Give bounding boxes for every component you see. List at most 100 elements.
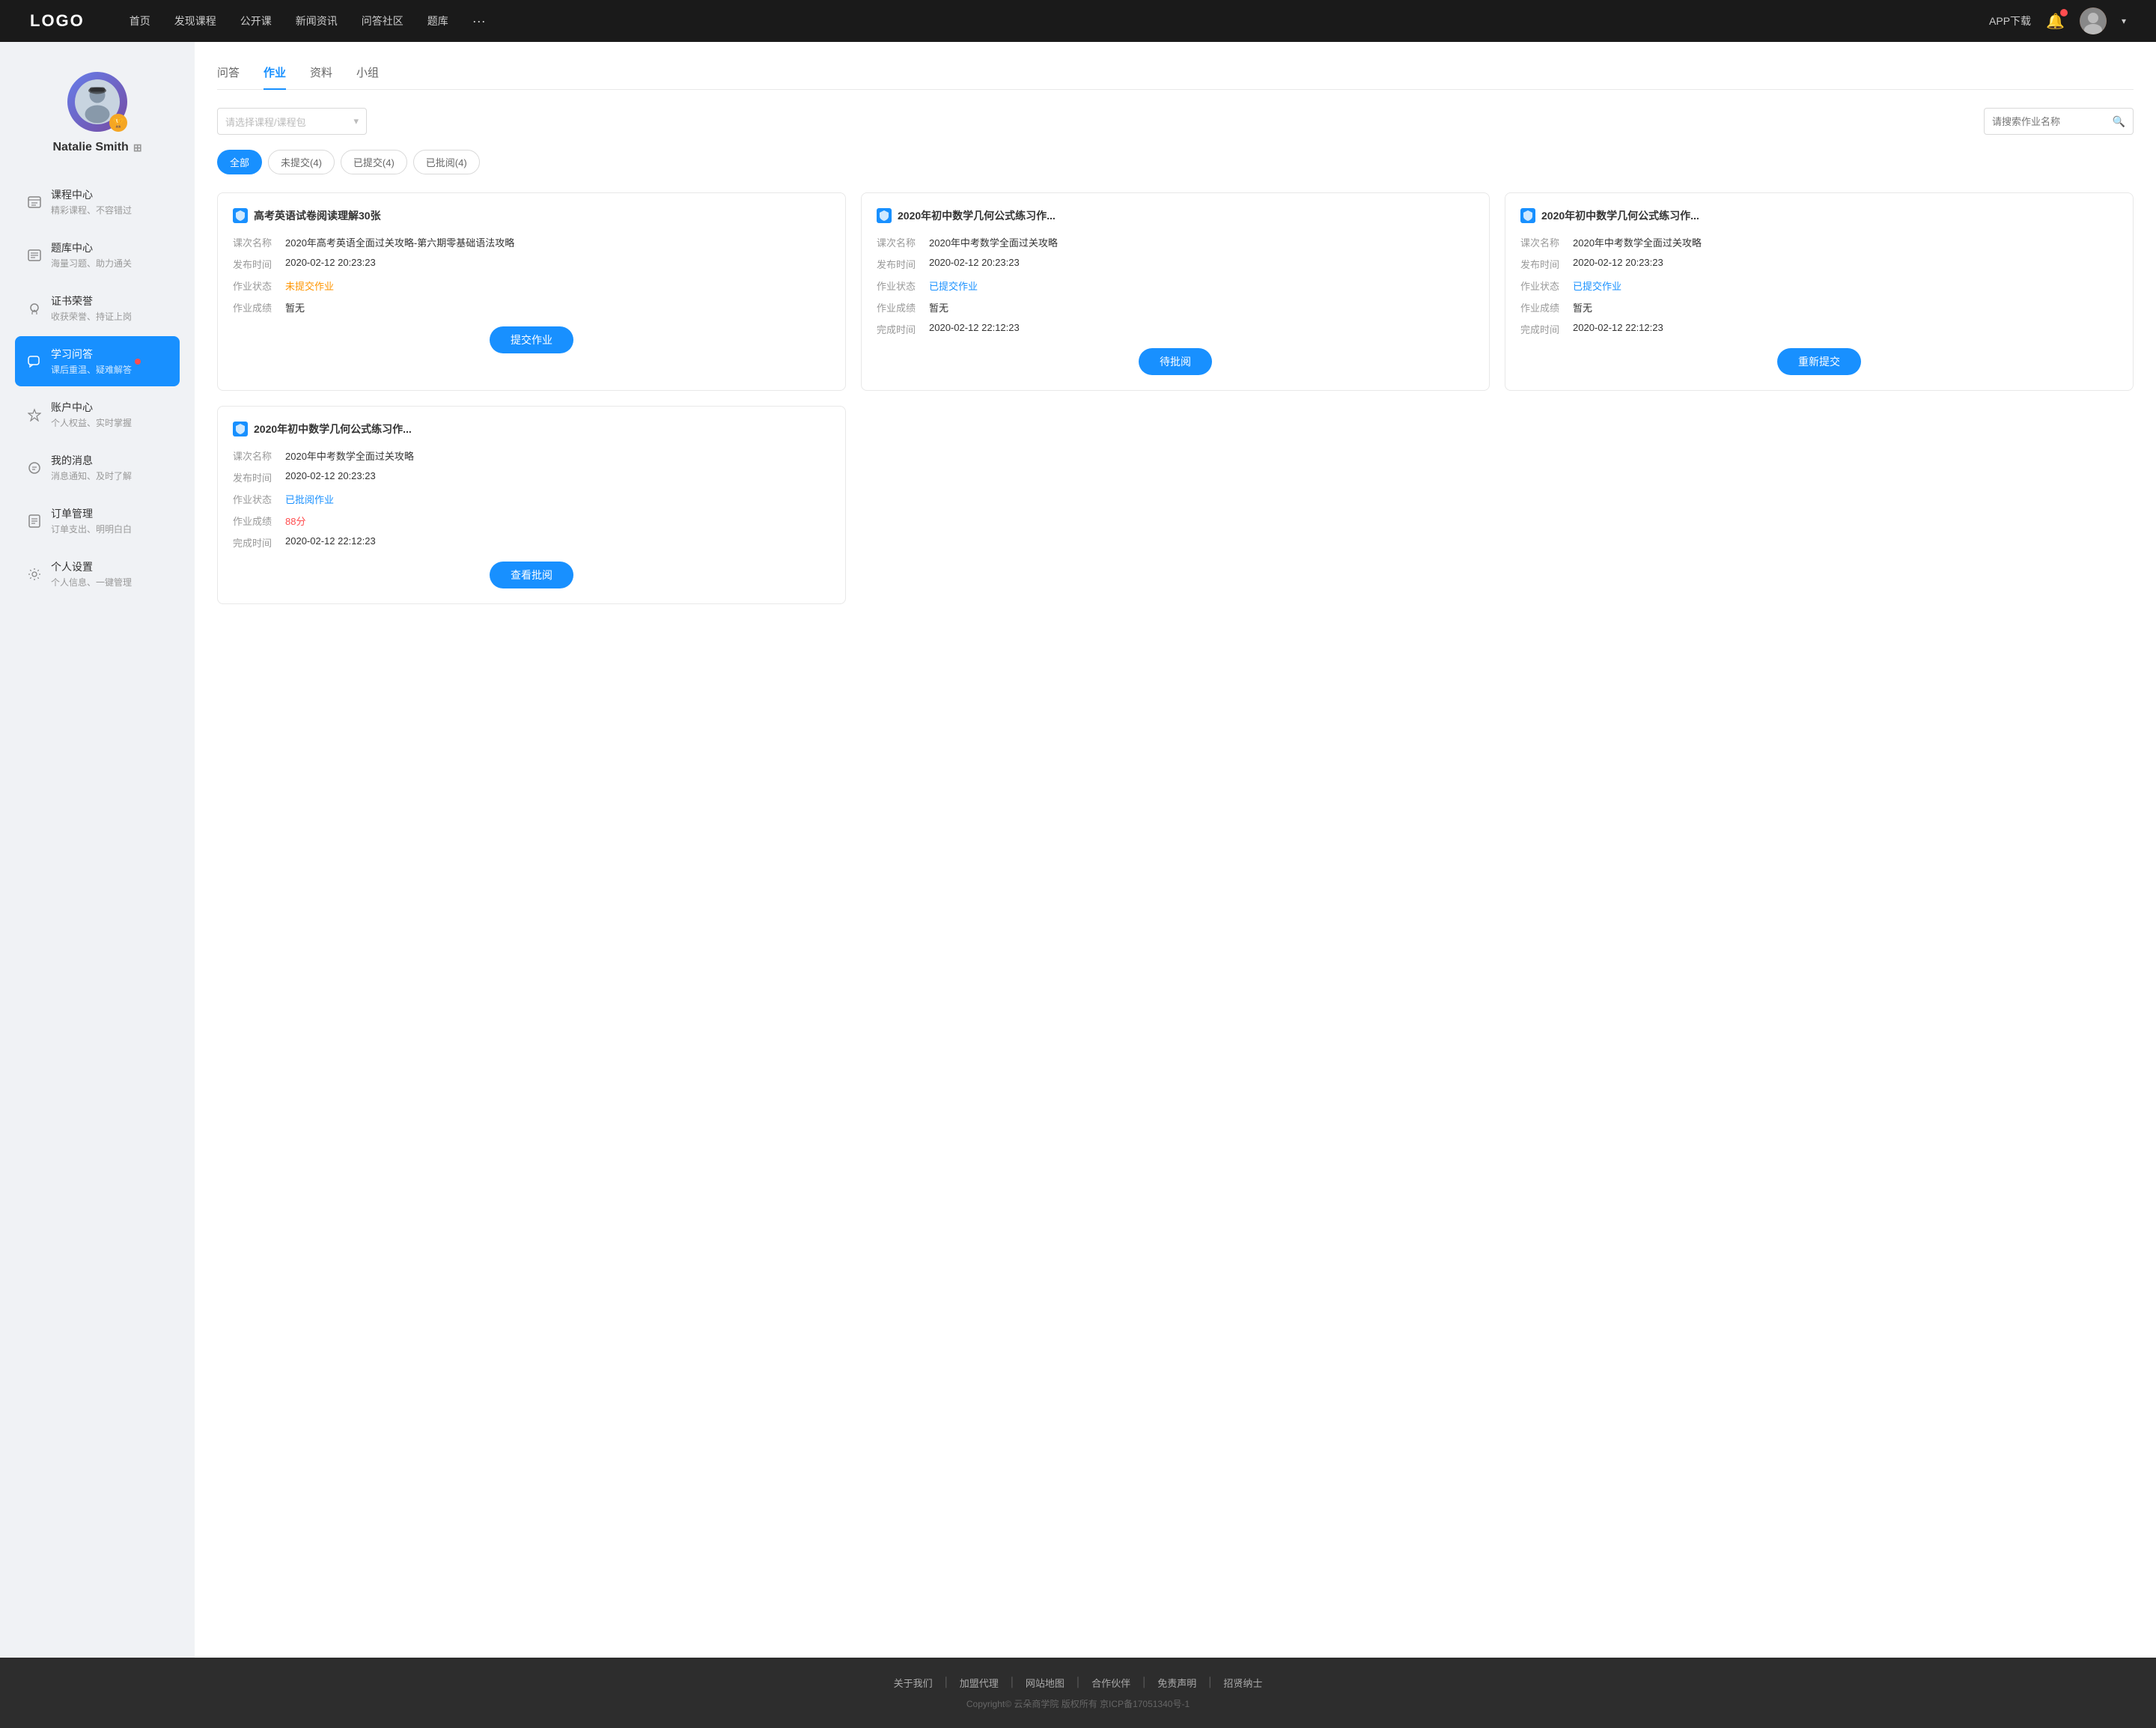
status-tab-submitted[interactable]: 已提交(4) bbox=[341, 150, 407, 174]
card-4-course-label: 课次名称 bbox=[233, 448, 285, 463]
card-1-course-value: 2020年高考英语全面过关攻略-第六期零基础语法攻略 bbox=[285, 235, 830, 249]
card-2-publish-label: 发布时间 bbox=[877, 257, 929, 271]
sidebar-item-course-center[interactable]: 课程中心 精彩课程、不容错过 bbox=[15, 177, 180, 227]
nav-download-button[interactable]: APP下载 bbox=[1989, 13, 2031, 28]
card-4-status-label: 作业状态 bbox=[233, 492, 285, 506]
card-2-title: 2020年初中数学几何公式练习作... bbox=[898, 208, 1474, 223]
card-1-publish-value: 2020-02-12 20:23:23 bbox=[285, 257, 830, 268]
avatar-badge-icon: 🏆 bbox=[109, 114, 127, 132]
card-4-score-value: 88分 bbox=[285, 514, 830, 528]
nav-home[interactable]: 首页 bbox=[130, 13, 150, 29]
tab-qa[interactable]: 问答 bbox=[217, 64, 240, 89]
card-2-score-label: 作业成绩 bbox=[877, 300, 929, 314]
filter-left: 请选择课程/课程包 ▾ bbox=[217, 108, 367, 135]
sidebar-item-account[interactable]: 账户中心 个人权益、实时掌握 bbox=[15, 389, 180, 439]
sidebar-item-orders[interactable]: 订单管理 订单支出、明明白白 bbox=[15, 496, 180, 546]
footer-sitemap[interactable]: 网站地图 bbox=[1014, 1676, 1077, 1690]
filter-row: 请选择课程/课程包 ▾ 🔍 bbox=[217, 108, 2134, 135]
sidebar-item-study-qa[interactable]: 学习问答 课后重温、疑难解答 bbox=[15, 336, 180, 386]
sidebar-item-settings[interactable]: 个人设置 个人信息、一键管理 bbox=[15, 549, 180, 599]
card-4-view-button[interactable]: 查看批阅 bbox=[490, 562, 573, 588]
sidebar-item-question-bank[interactable]: 题库中心 海量习题、助力通关 bbox=[15, 230, 180, 280]
card-2-complete-value: 2020-02-12 22:12:23 bbox=[929, 322, 1474, 333]
shield-icon-3 bbox=[1520, 208, 1535, 223]
shield-icon-4 bbox=[233, 422, 248, 436]
card-1-status-value: 未提交作业 bbox=[285, 279, 830, 293]
shield-icon-2 bbox=[877, 208, 892, 223]
main-content: 问答 作业 资料 小组 请选择课程/课程包 ▾ 🔍 全部 未提交(4) 已提交(… bbox=[195, 42, 2156, 1658]
bell-badge bbox=[2060, 9, 2068, 16]
homework-card-2: 2020年初中数学几何公式练习作... 课次名称 2020年中考数学全面过关攻略… bbox=[861, 192, 1490, 391]
messages-icon bbox=[27, 460, 42, 475]
homework-card-1: 高考英语试卷阅读理解30张 课次名称 2020年高考英语全面过关攻略-第六期零基… bbox=[217, 192, 846, 391]
footer-careers[interactable]: 招贤纳士 bbox=[1211, 1676, 1274, 1690]
nav-discover[interactable]: 发现课程 bbox=[174, 13, 216, 29]
card-3-status-value: 已提交作业 bbox=[1573, 279, 2118, 293]
card-4-publish-value: 2020-02-12 20:23:23 bbox=[285, 470, 830, 481]
card-4-status-value: 已批阅作业 bbox=[285, 492, 830, 506]
footer-partners[interactable]: 合作伙伴 bbox=[1079, 1676, 1142, 1690]
footer-about[interactable]: 关于我们 bbox=[882, 1676, 945, 1690]
content-tabs: 问答 作业 资料 小组 bbox=[217, 64, 2134, 90]
nav-more-icon[interactable]: ··· bbox=[472, 13, 486, 29]
settings-icon bbox=[27, 567, 42, 582]
homework-card-4: 2020年初中数学几何公式练习作... 课次名称 2020年中考数学全面过关攻略… bbox=[217, 406, 846, 604]
profile-qr-icon[interactable]: ⊞ bbox=[133, 142, 142, 154]
card-3-complete-label: 完成时间 bbox=[1520, 322, 1573, 336]
sidebar-item-messages[interactable]: 我的消息 消息通知、及时了解 bbox=[15, 442, 180, 493]
card-3-resubmit-button[interactable]: 重新提交 bbox=[1777, 348, 1861, 375]
card-1-score-value: 暂无 bbox=[285, 300, 830, 314]
card-3-course-value: 2020年中考数学全面过关攻略 bbox=[1573, 235, 2118, 249]
footer-links: 关于我们 | 加盟代理 | 网站地图 | 合作伙伴 | 免责声明 | 招贤纳士 bbox=[30, 1676, 2126, 1690]
nav-bell-button[interactable]: 🔔 bbox=[2046, 12, 2065, 31]
avatar[interactable] bbox=[2080, 7, 2107, 34]
card-4-score-label: 作业成绩 bbox=[233, 514, 285, 528]
nav-right: APP下载 🔔 ▾ bbox=[1989, 7, 2126, 34]
sidebar: 🏆 Natalie Smith ⊞ 课程中心 bbox=[0, 42, 195, 1658]
card-1-submit-button[interactable]: 提交作业 bbox=[490, 326, 573, 353]
card-3-score-label: 作业成绩 bbox=[1520, 300, 1573, 314]
tab-group[interactable]: 小组 bbox=[356, 64, 379, 89]
card-4-publish-label: 发布时间 bbox=[233, 470, 285, 484]
homework-card-3: 2020年初中数学几何公式练习作... 课次名称 2020年中考数学全面过关攻略… bbox=[1505, 192, 2134, 391]
logo: LOGO bbox=[30, 11, 85, 31]
study-qa-icon bbox=[27, 354, 42, 369]
card-3-publish-label: 发布时间 bbox=[1520, 257, 1573, 271]
certificate-icon bbox=[27, 301, 42, 316]
card-3-complete-value: 2020-02-12 22:12:23 bbox=[1573, 322, 2118, 333]
footer-franchise[interactable]: 加盟代理 bbox=[948, 1676, 1011, 1690]
status-tabs: 全部 未提交(4) 已提交(4) 已批阅(4) bbox=[217, 150, 2134, 174]
sidebar-menu: 课程中心 精彩课程、不容错过 题库中心 海量习题、助力通关 bbox=[15, 177, 180, 599]
card-3-title: 2020年初中数学几何公式练习作... bbox=[1541, 208, 2118, 223]
tab-materials[interactable]: 资料 bbox=[310, 64, 332, 89]
card-3-score-value: 暂无 bbox=[1573, 300, 2118, 314]
card-2-course-label: 课次名称 bbox=[877, 235, 929, 249]
course-select-dropdown[interactable]: 请选择课程/课程包 ▾ bbox=[217, 108, 367, 135]
status-tab-all[interactable]: 全部 bbox=[217, 150, 262, 174]
card-1-title: 高考英语试卷阅读理解30张 bbox=[254, 208, 830, 223]
footer-disclaimer[interactable]: 免责声明 bbox=[1145, 1676, 1208, 1690]
nav-question-bank[interactable]: 题库 bbox=[427, 13, 448, 29]
shield-icon-1 bbox=[233, 208, 248, 223]
card-1-course-label: 课次名称 bbox=[233, 235, 285, 249]
status-tab-unsubmitted[interactable]: 未提交(4) bbox=[268, 150, 335, 174]
card-1-status-label: 作业状态 bbox=[233, 279, 285, 293]
chevron-down-icon[interactable]: ▾ bbox=[2122, 16, 2126, 26]
nav-qa[interactable]: 问答社区 bbox=[362, 13, 404, 29]
card-4-action: 查看批阅 bbox=[233, 562, 830, 588]
tab-homework[interactable]: 作业 bbox=[264, 64, 286, 89]
status-tab-reviewed[interactable]: 已批阅(4) bbox=[413, 150, 480, 174]
profile-name: Natalie Smith ⊞ bbox=[52, 141, 141, 154]
card-2-pending-button[interactable]: 待批阅 bbox=[1139, 348, 1212, 375]
search-input[interactable] bbox=[1992, 116, 2113, 127]
course-select-placeholder: 请选择课程/课程包 bbox=[225, 115, 306, 129]
account-icon bbox=[27, 407, 42, 422]
card-2-complete-label: 完成时间 bbox=[877, 322, 929, 336]
card-3-status-label: 作业状态 bbox=[1520, 279, 1573, 293]
homework-grid: 高考英语试卷阅读理解30张 课次名称 2020年高考英语全面过关攻略-第六期零基… bbox=[217, 192, 2134, 604]
sidebar-item-certificate[interactable]: 证书荣誉 收获荣誉、持证上岗 bbox=[15, 283, 180, 333]
study-qa-badge bbox=[135, 359, 141, 365]
nav-news[interactable]: 新闻资讯 bbox=[296, 13, 338, 29]
card-1-action: 提交作业 bbox=[233, 326, 830, 353]
nav-open-course[interactable]: 公开课 bbox=[240, 13, 272, 29]
